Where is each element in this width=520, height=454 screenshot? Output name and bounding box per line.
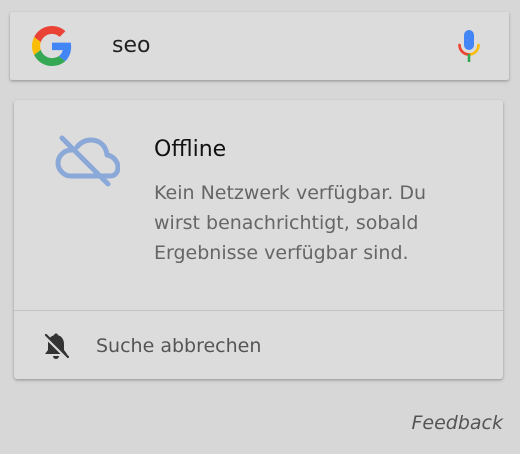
- google-logo-icon[interactable]: [32, 26, 72, 66]
- bell-off-icon: [43, 333, 69, 360]
- cancel-search-button[interactable]: Suche abbrechen: [14, 311, 503, 379]
- search-bar[interactable]: seo: [10, 12, 509, 80]
- cancel-search-label: Suche abbrechen: [96, 335, 262, 357]
- card-message: Kein Netzwerk verfügbar. Du wirst benach…: [154, 182, 427, 264]
- microphone-icon[interactable]: [455, 29, 483, 65]
- card-title: Offline: [154, 137, 227, 162]
- cloud-off-icon: [55, 135, 120, 187]
- search-input[interactable]: seo: [112, 32, 150, 60]
- offline-card: Offline Kein Netzwerk verfügbar. Du wirs…: [14, 100, 503, 379]
- feedback-link[interactable]: Feedback: [411, 410, 503, 436]
